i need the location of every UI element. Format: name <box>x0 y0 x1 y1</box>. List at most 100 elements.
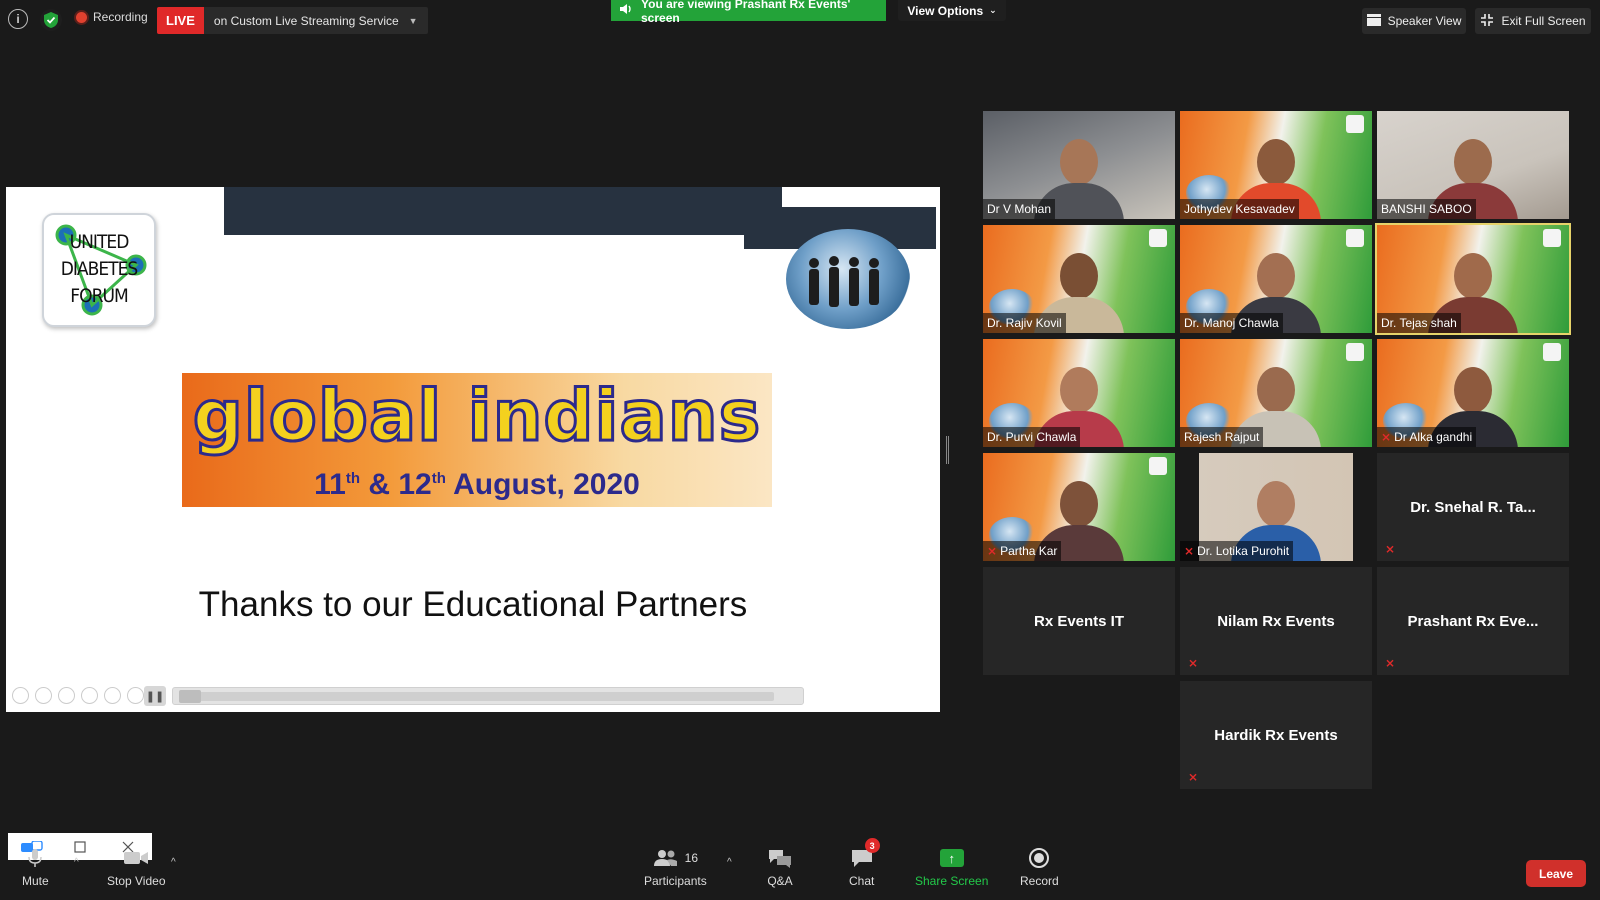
united-diabetes-forum-logo: UNITED DIABETES FORUM <box>42 213 156 327</box>
maximize-icon[interactable] <box>69 840 91 854</box>
participant-name: Nilam Rx Events <box>1217 612 1335 630</box>
participant-tile[interactable]: Dr. Manoj Chawla <box>1180 225 1372 333</box>
forum-logo-icon <box>1543 229 1561 247</box>
exit-full-screen-icon <box>1480 13 1494 30</box>
logo-text-line-1: UNITED <box>69 231 130 253</box>
forum-logo-icon <box>1149 457 1167 475</box>
participant-name: Dr. Purvi Chawla <box>983 427 1081 447</box>
zoom-icon[interactable] <box>104 687 121 704</box>
muted-mic-icon: ⨯ <box>1385 656 1396 670</box>
info-icon[interactable]: i <box>8 9 28 29</box>
muted-mic-icon: ⨯ <box>1188 656 1199 670</box>
speaker-icon <box>619 3 633 18</box>
logo-text: UNITED DIABETES FORUM <box>44 229 154 310</box>
pen-icon[interactable] <box>58 687 75 704</box>
participant-tile[interactable]: Dr V Mohan <box>983 111 1175 219</box>
participant-tile[interactable]: Hardik Rx Events ⨯ <box>1180 681 1372 789</box>
participant-name: Hardik Rx Events <box>1214 726 1338 744</box>
qa-icon <box>767 846 793 870</box>
speaker-view-label: Speaker View <box>1387 14 1462 28</box>
view-options-label: View Options <box>907 3 984 18</box>
share-screen-button[interactable]: ↑ Share Screen <box>915 846 988 888</box>
forum-logo-icon <box>1346 229 1364 247</box>
participant-tile[interactable]: ⨯ Dr. Lotika Purohit <box>1180 453 1372 561</box>
exit-full-screen-button[interactable]: Exit Full Screen <box>1475 8 1591 34</box>
participant-tile[interactable]: ⨯ Dr Alka gandhi <box>1377 339 1569 447</box>
chat-label: Chat <box>849 874 875 888</box>
participant-name: Rajesh Rajput <box>1180 427 1264 447</box>
participant-name: Jothydev Kesavadev <box>1180 199 1299 219</box>
record-button[interactable]: Record <box>1020 846 1059 888</box>
participant-tile[interactable]: Dr. Snehal R. Ta... ⨯ <box>1377 453 1569 561</box>
scrubber-thumb[interactable] <box>179 690 201 703</box>
speaker-view-button[interactable]: Speaker View <box>1362 8 1466 34</box>
participant-tile[interactable]: Rx Events IT <box>983 567 1175 675</box>
participant-tile[interactable]: BANSHI SABOO <box>1377 111 1569 219</box>
more-icon[interactable] <box>127 687 144 704</box>
pause-icon[interactable]: ❚❚ <box>144 686 166 706</box>
logo-text-line-2: DIABETES <box>60 258 139 280</box>
grid-view-icon <box>1366 13 1381 29</box>
logo-text-line-3: FORUM <box>70 285 128 307</box>
live-service-label: on Custom Live Streaming Service <box>213 13 399 28</box>
participant-tile[interactable]: Dr. Rajiv Kovil <box>983 225 1175 333</box>
live-stream-indicator[interactable]: LIVE on Custom Live Streaming Service ▼ <box>157 7 428 34</box>
exit-full-screen-label: Exit Full Screen <box>1501 14 1586 28</box>
prev-slide-icon[interactable] <box>12 687 29 704</box>
stop-video-button[interactable]: Stop Video <box>107 846 166 888</box>
meeting-top-bar: i Recording LIVE on Custom Live Streamin… <box>0 0 1600 40</box>
audio-options-caret-icon[interactable]: ^ <box>74 857 79 868</box>
chat-icon: 3 <box>851 838 880 870</box>
forum-logo-icon <box>1149 229 1167 247</box>
video-options-caret-icon[interactable]: ^ <box>171 857 176 868</box>
participant-name: Dr. Manoj Chawla <box>1180 313 1283 333</box>
participants-label: Participants <box>644 874 707 888</box>
participant-name: Dr V Mohan <box>983 199 1056 219</box>
forum-logo-icon <box>1346 343 1364 361</box>
participant-name: ⨯ Partha Kar <box>983 541 1062 561</box>
participant-name: ⨯ Dr. Lotika Purohit <box>1180 541 1294 561</box>
share-screen-label: Share Screen <box>915 874 989 888</box>
participant-tile[interactable]: Jothydev Kesavadev <box>1180 111 1372 219</box>
forum-logo-icon <box>1346 115 1364 133</box>
next-slide-icon[interactable] <box>35 687 52 704</box>
participants-options-caret-icon[interactable]: ^ <box>727 857 732 868</box>
slide-header-band <box>224 187 782 235</box>
live-badge: LIVE <box>157 7 204 34</box>
recording-label: Recording <box>93 10 148 24</box>
recording-dot-icon <box>76 11 87 23</box>
viewing-screen-banner: You are viewing Prashant Rx Events' scre… <box>611 0 886 25</box>
muted-mic-icon: ⨯ <box>1188 770 1199 784</box>
caret-down-icon: ▼ <box>408 15 418 26</box>
record-icon <box>1029 846 1050 870</box>
recording-indicator[interactable]: Recording <box>76 10 148 24</box>
mute-button[interactable]: Mute <box>22 846 49 888</box>
scrubber-track[interactable] <box>181 692 774 701</box>
participants-button[interactable]: 16 Participants <box>644 846 707 888</box>
chat-unread-badge: 3 <box>864 838 880 853</box>
participant-tile[interactable]: Prashant Rx Eve... ⨯ <box>1377 567 1569 675</box>
participant-name: Rx Events IT <box>1033 612 1125 630</box>
splitter-handle[interactable] <box>946 436 949 464</box>
participant-name: Prashant Rx Eve... <box>1407 612 1539 630</box>
view-options-button[interactable]: View Options ⌄ <box>898 0 1006 21</box>
media-scrubber[interactable] <box>172 687 804 705</box>
participant-tile[interactable]: Nilam Rx Events ⨯ <box>1180 567 1372 675</box>
chat-button[interactable]: 3 Chat <box>849 838 880 888</box>
participant-tile[interactable]: ⨯ Partha Kar <box>983 453 1175 561</box>
shield-icon[interactable] <box>40 9 62 31</box>
participant-tile[interactable]: Dr. Purvi Chawla <box>983 339 1175 447</box>
participants-count: 16 <box>684 851 699 865</box>
live-service-dropdown[interactable]: on Custom Live Streaming Service ▼ <box>203 7 428 34</box>
viewing-banner-text: You are viewing Prashant Rx Events' scre… <box>641 0 851 25</box>
muted-mic-icon: ⨯ <box>1184 544 1195 558</box>
qa-button[interactable]: Q&A <box>767 846 793 888</box>
chevron-down-icon: ⌄ <box>989 5 997 15</box>
settings-icon[interactable] <box>81 687 98 704</box>
active-speaker-tile[interactable]: Dr. Tejas shah <box>1375 223 1571 335</box>
microphone-icon <box>28 846 43 870</box>
participant-tile[interactable]: Rajesh Rajput <box>1180 339 1372 447</box>
video-camera-icon <box>123 846 149 870</box>
leave-button[interactable]: Leave <box>1526 860 1586 887</box>
share-screen-icon: ↑ <box>939 846 964 870</box>
